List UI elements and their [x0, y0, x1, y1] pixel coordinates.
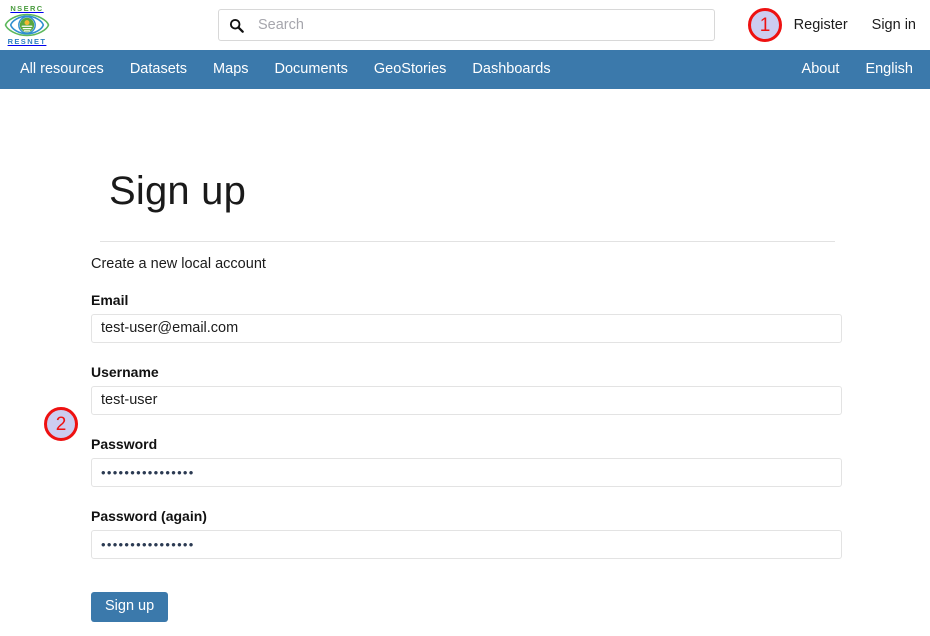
nav-about[interactable]: About: [789, 50, 853, 89]
nav-language[interactable]: English: [852, 50, 926, 89]
register-link[interactable]: Register: [794, 17, 848, 33]
main-navigation: All resources Datasets Maps Documents Ge…: [0, 50, 930, 89]
password-confirm-field-group: Password (again): [91, 508, 842, 559]
email-field-group: Email: [91, 292, 842, 343]
username-field-group: Username: [91, 364, 842, 415]
title-divider: [100, 241, 835, 242]
search-box[interactable]: [218, 9, 715, 41]
annotation-marker-2: 2: [44, 407, 78, 441]
nav-right-group: About English: [789, 50, 926, 89]
username-field[interactable]: [91, 385, 842, 415]
page-title: Sign up: [109, 169, 247, 213]
password-label: Password: [91, 436, 158, 452]
search-bar[interactable]: [218, 9, 715, 41]
password-field-group: Password: [91, 436, 842, 487]
site-logo[interactable]: NSERC RESNET: [2, 1, 52, 49]
nav-dashboards[interactable]: Dashboards: [459, 50, 563, 89]
form-subtitle: Create a new local account: [91, 256, 266, 272]
password-field[interactable]: [91, 457, 842, 487]
nav-geostories[interactable]: GeoStories: [361, 50, 460, 89]
search-input[interactable]: [256, 16, 704, 34]
email-field[interactable]: [91, 313, 842, 343]
logo-text-nserc: NSERC: [10, 3, 44, 13]
eye-landscape-logo-icon: [4, 13, 50, 37]
annotation-marker-1: 1: [748, 8, 782, 42]
nav-left-group: All resources Datasets Maps Documents Ge…: [0, 50, 564, 89]
nav-all-resources[interactable]: All resources: [7, 50, 117, 89]
nav-datasets[interactable]: Datasets: [117, 50, 200, 89]
password-confirm-label: Password (again): [91, 508, 207, 524]
search-icon: [229, 18, 244, 33]
auth-links: Register Sign in: [794, 0, 922, 50]
password-confirm-field[interactable]: [91, 529, 842, 559]
email-label: Email: [91, 292, 129, 308]
top-bar: NSERC RESNET Register Sign in 1: [0, 0, 930, 50]
logo-text-resnet: RESNET: [7, 37, 47, 46]
signup-submit-button[interactable]: Sign up: [91, 592, 169, 622]
page-content: Sign up Create a new local account Email…: [0, 89, 930, 636]
username-label: Username: [91, 364, 159, 380]
nav-documents[interactable]: Documents: [262, 50, 361, 89]
nav-maps[interactable]: Maps: [200, 50, 261, 89]
signin-link[interactable]: Sign in: [872, 17, 916, 33]
